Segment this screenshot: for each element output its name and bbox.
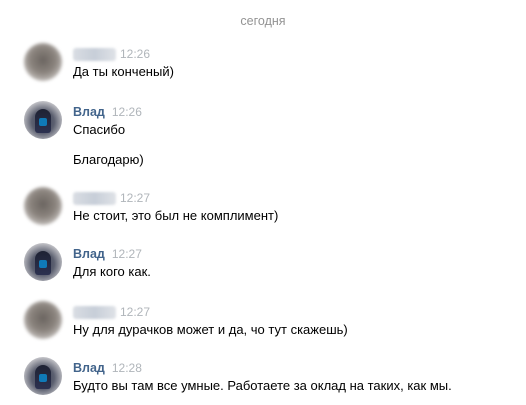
author-name[interactable]: Влад <box>73 105 105 119</box>
message-item: Влад 12:28 Будто вы там все умные. Работ… <box>24 357 514 403</box>
message-text: Да ты конченый) <box>73 64 174 79</box>
message-time[interactable]: 12:28 <box>112 361 142 375</box>
message-time[interactable]: 12:26 <box>120 47 150 61</box>
message-time[interactable]: 12:27 <box>112 247 142 261</box>
message-text: Не стоит, это был не комплимент) <box>73 208 279 223</box>
avatar[interactable] <box>24 243 62 281</box>
message-time[interactable]: 12:26 <box>112 105 142 119</box>
author-name[interactable]: Влад <box>73 247 105 261</box>
message-text: Для кого как. <box>73 264 151 279</box>
date-separator: сегодня <box>240 14 286 28</box>
author-name-blurred[interactable] <box>73 305 116 319</box>
avatar[interactable] <box>24 301 62 339</box>
author-name[interactable]: Влад <box>73 361 105 375</box>
author-name-blurred[interactable] <box>73 47 116 61</box>
message-item: 12:26 Да ты конченый) <box>24 43 514 89</box>
message-text: Спасибо <box>73 122 126 137</box>
message-time[interactable]: 12:27 <box>120 305 150 319</box>
message-item: Влад 12:26 Спасибо Благодарю) <box>24 101 514 171</box>
avatar[interactable] <box>24 357 62 395</box>
avatar[interactable] <box>24 101 62 139</box>
message-text: Ну для дурачков может и да, чо тут скаже… <box>73 322 348 337</box>
avatar[interactable] <box>24 43 62 81</box>
message-item: 12:27 Ну для дурачков может и да, чо тут… <box>24 301 514 347</box>
message-text: Благодарю) <box>73 152 144 167</box>
author-name-blurred[interactable] <box>73 191 116 205</box>
avatar[interactable] <box>24 187 62 225</box>
message-text: Будто вы там все умные. Работаете за окл… <box>73 378 452 393</box>
message-time[interactable]: 12:27 <box>120 191 150 205</box>
message-item: Влад 12:27 Для кого как. <box>24 243 514 289</box>
message-item: 12:27 Не стоит, это был не комплимент) <box>24 187 514 233</box>
